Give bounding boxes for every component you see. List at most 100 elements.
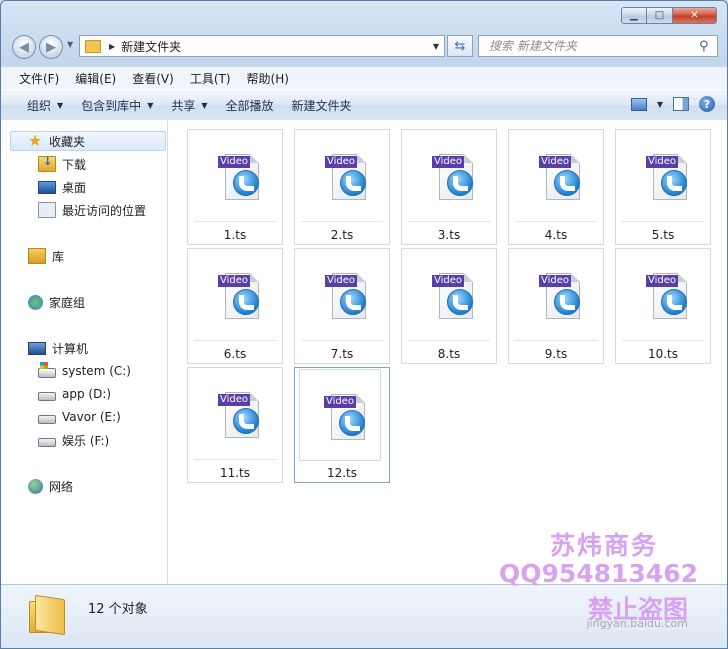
file-item[interactable]: Video 6.ts bbox=[187, 248, 283, 364]
video-file-icon: Video bbox=[432, 273, 475, 321]
preview-pane-icon[interactable] bbox=[673, 97, 689, 111]
drive-icon bbox=[38, 414, 56, 424]
video-file-icon: Video bbox=[324, 394, 367, 442]
video-badge: Video bbox=[432, 275, 465, 287]
video-file-icon: Video bbox=[218, 392, 261, 440]
menu-file[interactable]: 文件(F) bbox=[11, 70, 67, 87]
file-item[interactable]: Video 5.ts bbox=[615, 129, 711, 245]
nav-homegroup[interactable]: 家庭组 bbox=[28, 292, 85, 312]
nav-drive-c-label: system (C:) bbox=[62, 364, 131, 378]
file-thumbnail: Video bbox=[408, 249, 490, 341]
command-bar: 组织 ▼ 包含到库中 ▼ 共享 ▼ 全部播放 新建文件夹 ▼ ? bbox=[1, 89, 727, 121]
organize-label: 组织 bbox=[27, 98, 52, 113]
video-file-icon: Video bbox=[646, 154, 689, 202]
nav-desktop-label: 桌面 bbox=[62, 180, 87, 195]
share-button[interactable]: 共享 ▼ bbox=[162, 97, 216, 114]
play-icon bbox=[233, 408, 259, 434]
system-drive-icon bbox=[38, 362, 56, 378]
video-file-icon: Video bbox=[432, 154, 475, 202]
downloads-folder-icon bbox=[38, 155, 56, 172]
video-badge: Video bbox=[325, 156, 358, 168]
play-icon bbox=[340, 289, 366, 315]
nav-drive-d[interactable]: app (D:) bbox=[38, 384, 111, 404]
view-dropdown-icon[interactable]: ▼ bbox=[657, 100, 663, 109]
include-library-label: 包含到库中 bbox=[81, 98, 142, 113]
file-item[interactable]: Video 9.ts bbox=[508, 248, 604, 364]
file-item[interactable]: Video 1.ts bbox=[187, 129, 283, 245]
play-all-button[interactable]: 全部播放 bbox=[217, 97, 283, 114]
item-count: 12 个对象 bbox=[88, 602, 148, 617]
play-icon bbox=[447, 289, 473, 315]
nav-drive-f[interactable]: 娱乐 (F:) bbox=[38, 430, 109, 450]
arrow-right-icon: ▶ bbox=[46, 39, 56, 55]
new-folder-button[interactable]: 新建文件夹 bbox=[283, 97, 361, 114]
video-file-icon: Video bbox=[646, 273, 689, 321]
play-icon bbox=[233, 170, 259, 196]
search-icon[interactable]: ⚲ bbox=[699, 39, 717, 54]
file-thumbnail: Video bbox=[408, 130, 490, 222]
drive-icon bbox=[38, 391, 56, 401]
refresh-button[interactable]: ⇆ bbox=[447, 35, 473, 57]
file-item[interactable]: Video 8.ts bbox=[401, 248, 497, 364]
file-name: 5.ts bbox=[651, 228, 675, 242]
watermark-line-1: 苏炜商务 bbox=[549, 531, 658, 560]
nav-drive-f-label: 娱乐 (F:) bbox=[62, 433, 110, 448]
video-badge: Video bbox=[539, 156, 572, 168]
nav-computer[interactable]: 计算机 bbox=[28, 338, 88, 358]
file-item[interactable]: Video 4.ts bbox=[508, 129, 604, 245]
minimize-button[interactable]: ▁ bbox=[621, 7, 647, 24]
play-icon bbox=[339, 410, 365, 436]
nav-favorites-label: 收藏夹 bbox=[49, 134, 86, 149]
navigation-pane: ★ 收藏夹 下载 桌面 最近访问的位置 库 家庭组 计算机 sys bbox=[1, 120, 168, 584]
address-bar[interactable]: ▶ 新建文件夹 ▼ bbox=[79, 35, 445, 57]
organize-button[interactable]: 组织 ▼ bbox=[18, 97, 72, 114]
star-icon: ★ bbox=[27, 131, 43, 150]
file-item[interactable]: Video 3.ts bbox=[401, 129, 497, 245]
menu-tools[interactable]: 工具(T) bbox=[182, 70, 239, 87]
watermark-line-2: QQ954813462 bbox=[498, 559, 698, 588]
file-item[interactable]: Video 7.ts bbox=[294, 248, 390, 364]
nav-desktop[interactable]: 桌面 bbox=[38, 177, 86, 197]
breadcrumb-arrow-icon[interactable]: ▶ bbox=[109, 42, 115, 51]
address-dropdown-icon[interactable]: ▼ bbox=[433, 42, 439, 51]
search-input[interactable] bbox=[487, 38, 699, 54]
video-badge: Video bbox=[325, 275, 358, 287]
nav-downloads[interactable]: 下载 bbox=[38, 154, 86, 174]
menu-view[interactable]: 查看(V) bbox=[124, 70, 182, 87]
file-item[interactable]: Video 12.ts bbox=[294, 367, 390, 483]
close-button[interactable]: ✕ bbox=[673, 7, 717, 24]
menu-edit[interactable]: 编辑(E) bbox=[67, 70, 124, 87]
forward-button[interactable]: ▶ bbox=[39, 35, 63, 59]
nav-recent[interactable]: 最近访问的位置 bbox=[38, 200, 146, 220]
video-badge: Video bbox=[324, 396, 357, 408]
change-view-icon[interactable] bbox=[630, 97, 647, 111]
maximize-button[interactable]: □ bbox=[647, 7, 673, 24]
file-name: 9.ts bbox=[544, 347, 568, 361]
address-path[interactable]: 新建文件夹 bbox=[121, 38, 433, 55]
address-row: ◀ ▶ ▼ ▶ 新建文件夹 ▼ ⇆ ⚲ bbox=[1, 34, 727, 60]
menu-bar: 文件(F) 编辑(E) 查看(V) 工具(T) 帮助(H) bbox=[1, 66, 727, 89]
nav-libraries[interactable]: 库 bbox=[28, 246, 64, 266]
video-file-icon: Video bbox=[325, 154, 368, 202]
nav-drive-c[interactable]: system (C:) bbox=[38, 361, 131, 381]
desktop-icon bbox=[38, 180, 56, 194]
menu-help[interactable]: 帮助(H) bbox=[239, 70, 297, 87]
play-icon bbox=[447, 170, 473, 196]
nav-network[interactable]: 网络 bbox=[28, 476, 73, 496]
chevron-down-icon: ▼ bbox=[57, 100, 64, 110]
file-item[interactable]: Video 2.ts bbox=[294, 129, 390, 245]
file-name: 8.ts bbox=[437, 347, 461, 361]
file-item[interactable]: Video 10.ts bbox=[615, 248, 711, 364]
nav-favorites[interactable]: ★ 收藏夹 bbox=[10, 131, 166, 151]
include-library-button[interactable]: 包含到库中 ▼ bbox=[72, 97, 162, 114]
chevron-down-icon: ▼ bbox=[147, 100, 154, 110]
file-thumbnail: Video bbox=[622, 130, 704, 222]
help-icon[interactable]: ? bbox=[699, 96, 715, 112]
nav-drive-e[interactable]: Vavor (E:) bbox=[38, 407, 121, 427]
video-badge: Video bbox=[646, 156, 679, 168]
search-box[interactable]: ⚲ bbox=[478, 35, 718, 57]
share-label: 共享 bbox=[171, 98, 196, 113]
recent-pages-dropdown[interactable]: ▼ bbox=[67, 40, 73, 49]
back-button[interactable]: ◀ bbox=[12, 35, 36, 59]
file-item[interactable]: Video 11.ts bbox=[187, 367, 283, 483]
